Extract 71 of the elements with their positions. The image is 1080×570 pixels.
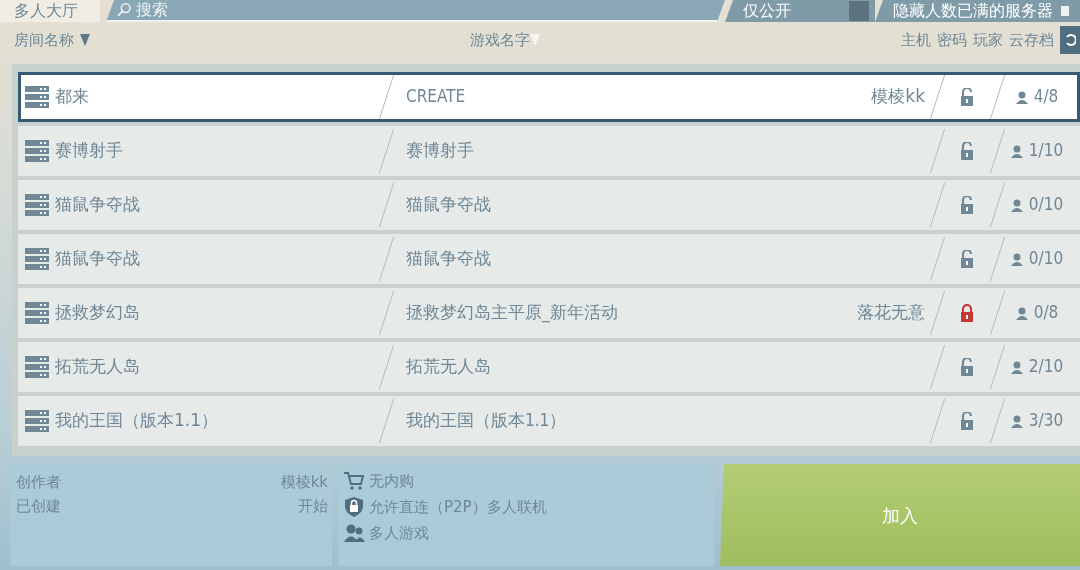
server-icon xyxy=(25,86,49,108)
room-name: 拓荒无人岛 xyxy=(55,355,140,379)
person-icon xyxy=(1015,90,1028,104)
search-icon xyxy=(116,2,132,18)
info-label: 已创建 xyxy=(16,496,61,517)
person-icon xyxy=(1010,360,1023,374)
server-icon xyxy=(25,248,49,270)
filter-label: 仅公开 xyxy=(743,0,791,22)
checkbox[interactable] xyxy=(849,1,869,21)
player-count: 3/30 xyxy=(1028,409,1064,433)
game-name: CREATE xyxy=(406,85,466,109)
person-icon xyxy=(1010,252,1023,266)
room-row[interactable]: 我的王国（版本1.1） 我的王国（版本1.1） 3/30 xyxy=(18,396,1080,446)
column-header[interactable]: 云存档 xyxy=(1009,28,1054,52)
info-label: 创作者 xyxy=(16,472,61,493)
room-row[interactable]: 猫鼠争夺战 猫鼠争夺战 0/10 xyxy=(18,234,1080,284)
server-icon xyxy=(25,410,49,432)
room-name: 猫鼠争夺战 xyxy=(55,193,140,217)
game-name: 拓荒无人岛 xyxy=(406,355,491,379)
refresh-button[interactable] xyxy=(1060,26,1080,54)
info-value: 开始 xyxy=(298,496,328,517)
column-header[interactable]: 主机 xyxy=(901,28,931,52)
room-row[interactable]: 猫鼠争夺战 猫鼠争夺战 0/10 xyxy=(18,180,1080,230)
game-name: 我的王国（版本1.1） xyxy=(406,409,567,433)
shield-lock-icon xyxy=(344,497,365,517)
server-icon xyxy=(25,356,49,378)
player-count: 4/8 xyxy=(1033,85,1059,109)
column-header[interactable]: 房间名称 xyxy=(14,28,74,52)
sort-arrow-icon xyxy=(80,33,90,47)
server-icon xyxy=(25,302,49,324)
game-name: 拯救梦幻岛主平原_新年活动 xyxy=(406,301,618,325)
room-row[interactable]: 拓荒无人岛 拓荒无人岛 2/10 xyxy=(18,342,1080,392)
person-icon xyxy=(1010,144,1023,158)
game-name: 赛博射手 xyxy=(406,139,474,163)
player-count: 1/10 xyxy=(1028,139,1064,163)
sort-arrow-icon xyxy=(530,33,540,47)
join-button[interactable]: 加入 xyxy=(720,464,1080,566)
server-icon xyxy=(25,194,49,216)
server-icon xyxy=(25,140,49,162)
room-name: 赛博射手 xyxy=(55,139,123,163)
shopping-cart-icon xyxy=(344,471,365,491)
player-count: 0/10 xyxy=(1028,193,1064,217)
feature-text: 无内购 xyxy=(369,471,414,492)
room-row[interactable]: 拯救梦幻岛 拯救梦幻岛主平原_新年活动 落花无意 0/8 xyxy=(18,288,1080,338)
person-icon xyxy=(1015,306,1028,320)
feature-text: 多人游戏 xyxy=(369,523,429,544)
room-name: 都来 xyxy=(55,85,89,109)
filter-label: 隐藏人数已满的服务器 xyxy=(893,0,1053,22)
room-name: 拯救梦幻岛 xyxy=(55,301,140,325)
checkbox[interactable] xyxy=(1061,6,1069,16)
room-name: 我的王国（版本1.1） xyxy=(55,409,219,433)
room-row[interactable]: 赛博射手 赛博射手 1/10 xyxy=(18,126,1080,176)
host-name: 落花无意 xyxy=(857,301,925,325)
lobby-tab[interactable]: 多人大厅 xyxy=(0,0,100,22)
host-name: 模棱kk xyxy=(871,85,925,109)
room-name: 猫鼠争夺战 xyxy=(55,247,140,271)
info-value: 模棱kk xyxy=(280,472,328,493)
column-header[interactable]: 玩家 xyxy=(973,28,1003,52)
person-icon xyxy=(1010,414,1023,428)
person-icon xyxy=(1010,198,1023,212)
refresh-icon xyxy=(1064,33,1076,47)
player-count: 0/8 xyxy=(1033,301,1059,325)
game-name: 猫鼠争夺战 xyxy=(406,193,491,217)
room-row[interactable]: 都来 CREATE 模棱kk 4/8 xyxy=(18,72,1080,122)
feature-text: 允许直连（P2P）多人联机 xyxy=(369,497,547,518)
column-header[interactable]: 游戏名字 xyxy=(470,28,530,52)
player-count: 0/10 xyxy=(1028,247,1064,271)
column-header[interactable]: 密码 xyxy=(937,28,967,52)
game-name: 猫鼠争夺战 xyxy=(406,247,491,271)
player-count: 2/10 xyxy=(1028,355,1064,379)
people-icon xyxy=(344,523,365,543)
